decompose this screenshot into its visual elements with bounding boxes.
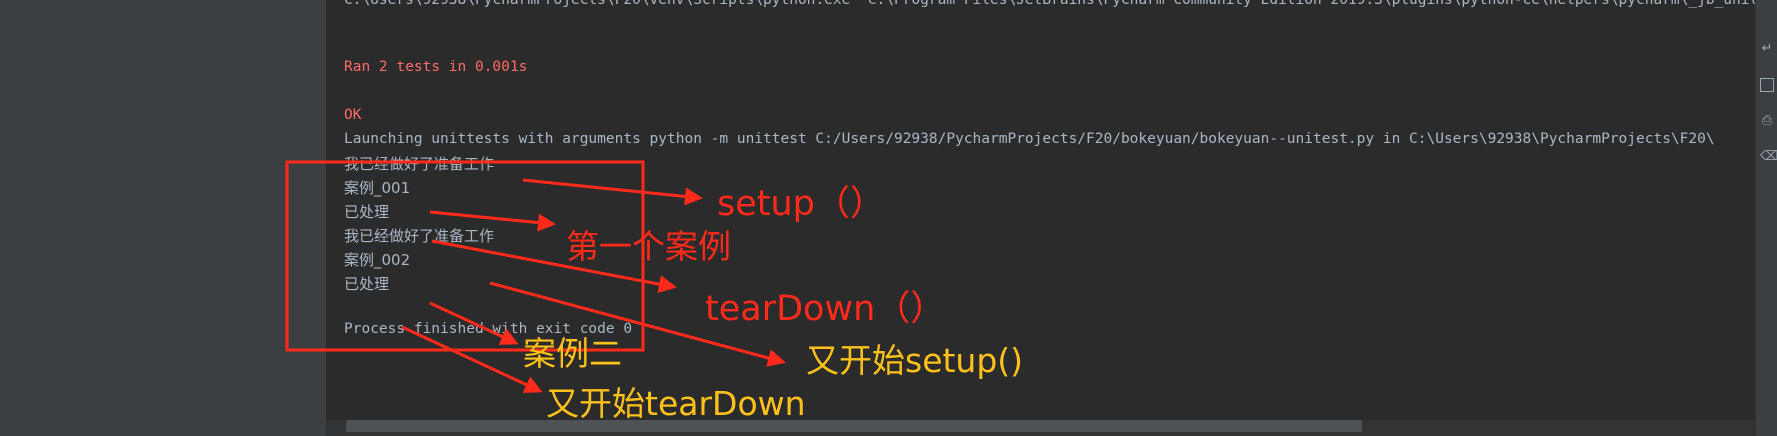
- arrow-case-two: [429, 301, 519, 345]
- annotation-case-two: 案例二: [523, 334, 622, 373]
- annotation-again-teardown: 又开始tearDown: [546, 384, 806, 423]
- annotation-again-setup: 又开始setup(): [806, 341, 1024, 380]
- annotation-first-case: 第一个案例: [566, 227, 731, 266]
- annotation-setup: setup（）: [717, 184, 885, 224]
- arrow-again-teardown: [401, 325, 543, 393]
- annotation-teardown: tearDown（）: [705, 289, 946, 329]
- arrow-setup: [522, 178, 703, 206]
- arrow-first-case: [429, 210, 556, 232]
